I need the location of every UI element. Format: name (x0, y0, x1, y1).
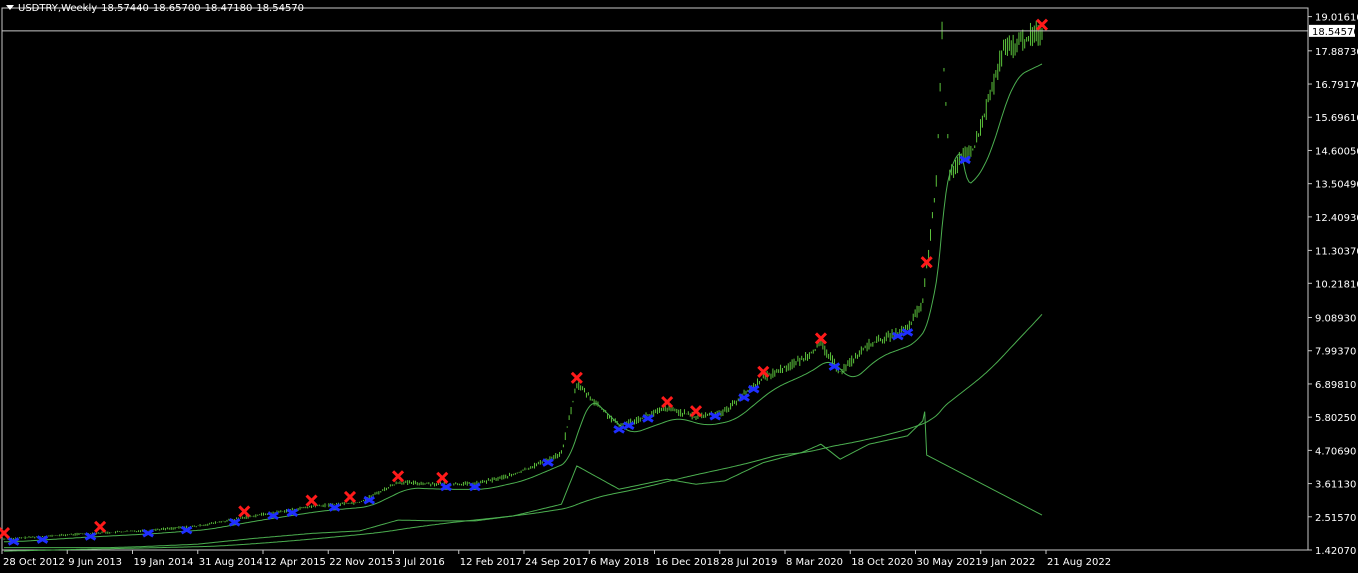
y-tick-label: 5.80250 (1315, 413, 1356, 424)
chart-svg: 19.01610 17.88730 16.79170 15.69610 14.60050… (0, 7, 1358, 568)
y-tick-label: 16.79170 (1315, 80, 1358, 91)
y-tick-label: 11.30370 (1315, 246, 1358, 257)
y-tick-label: 6.89810 (1315, 380, 1356, 391)
sell-signal-marker (689, 405, 703, 418)
x-tick-label: 21 Aug 2022 (1047, 557, 1111, 568)
sell-signal-marker (305, 494, 318, 507)
y-tick-label: 1.42070 (1315, 546, 1356, 557)
sell-signal-marker (0, 526, 11, 540)
x-tick-label: 28 Oct 2012 (3, 557, 65, 568)
x-tick-label: 9 Jan 2022 (982, 557, 1036, 568)
x-tick-label: 12 Apr 2015 (264, 557, 326, 568)
x-tick-label: 12 Feb 2017 (460, 557, 522, 568)
y-tick-label: 12.40930 (1315, 213, 1358, 224)
x-tick-label: 6 May 2018 (590, 557, 649, 568)
y-tick-label: 13.50490 (1315, 180, 1358, 191)
plot-frame (1, 7, 1309, 551)
y-tick-label: 14.60050 (1315, 146, 1358, 157)
sell-signal-marker (94, 520, 107, 533)
sell-signal-marker (570, 371, 583, 384)
y-tick-label: 3.61130 (1315, 480, 1356, 491)
indicator-line-slow (3, 313, 1043, 552)
y-tick-label: 2.51570 (1315, 513, 1356, 524)
x-tick-label: 30 May 2021 (917, 557, 982, 568)
chart-header: USDTRY,Weekly 18.57440 18.65700 18.47180 18.… (6, 3, 308, 14)
sell-signal-marker (391, 470, 405, 483)
x-tick-label: 24 Sep 2017 (525, 557, 588, 568)
x-tick-label: 8 Mar 2020 (786, 557, 843, 568)
y-tick-label: 10.21810 (1315, 279, 1358, 290)
current-price-label: 18.54570 (1312, 27, 1358, 38)
y-tick-label: 4.70690 (1315, 446, 1356, 457)
sell-signal-marker (343, 490, 357, 504)
buy-signal-marker (286, 508, 299, 518)
sell-signal-marker (661, 396, 674, 409)
x-tick-label: 28 Jul 2019 (721, 557, 778, 568)
buy-signal-marker (642, 414, 654, 423)
x-tick-label: 18 Oct 2020 (851, 557, 913, 568)
symbol-label: USDTRY,Weekly (18, 3, 98, 14)
close-value: 18.54570 (256, 3, 305, 14)
y-tick-label: 19.01610 (1315, 13, 1358, 24)
x-tick-label: 19 Jan 2014 (134, 557, 194, 568)
buy-signal-marker (613, 425, 625, 434)
sell-signal-marker (436, 471, 449, 484)
y-tick-label: 9.08930 (1315, 314, 1356, 325)
sell-signal-marker (238, 505, 251, 518)
chart-area[interactable]: 19.01610 17.88730 16.79170 15.69610 14.60050… (0, 0, 1358, 573)
x-tick-label: 31 Aug 2014 (199, 557, 263, 568)
y-tick-label: 17.88730 (1315, 47, 1358, 58)
y-tick-label: 15.69610 (1315, 113, 1358, 124)
x-tick-label: 22 Nov 2015 (329, 557, 393, 568)
y-tick-label: 7.99370 (1315, 347, 1356, 358)
dropdown-triangle-icon[interactable] (6, 5, 14, 10)
high-value: 18.65700 (152, 3, 201, 14)
x-tick-label: 9 Jun 2013 (68, 557, 122, 568)
x-tick-label: 3 Jul 2016 (395, 557, 445, 568)
indicator-line-lower (4, 411, 1043, 549)
low-value: 18.47180 (204, 3, 253, 14)
open-value: 18.57440 (101, 3, 149, 14)
buy-signal-marker (142, 528, 154, 538)
x-tick-label: 16 Dec 2018 (656, 557, 720, 568)
